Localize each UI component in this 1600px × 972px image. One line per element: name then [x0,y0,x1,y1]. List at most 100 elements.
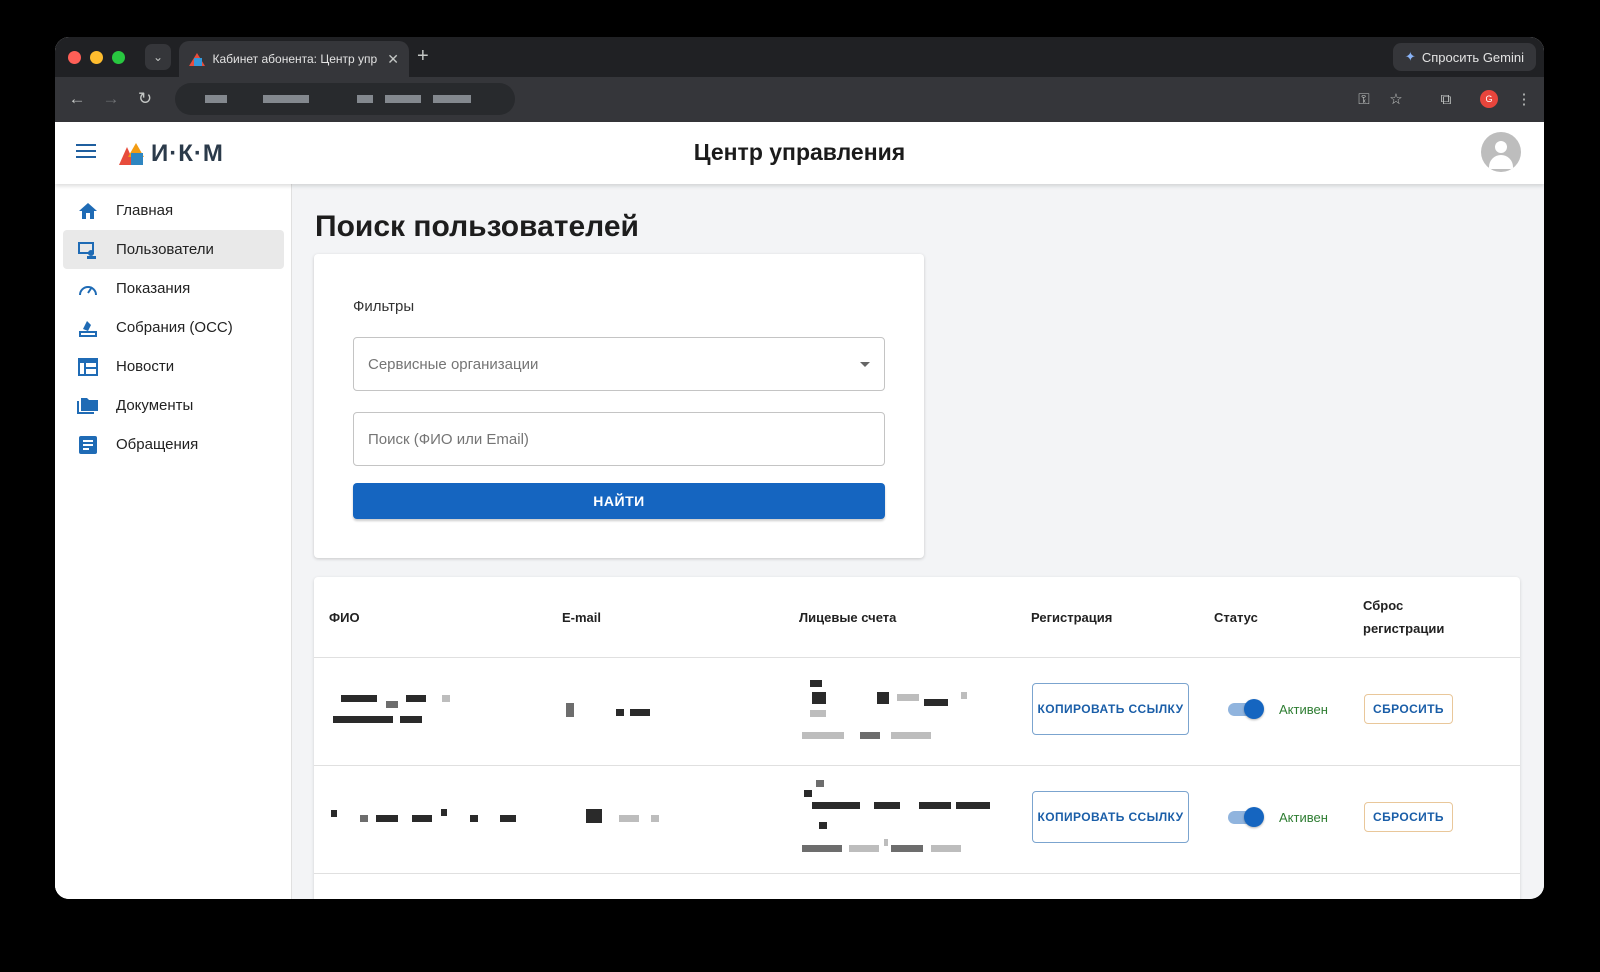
redacted-name [400,716,422,723]
app-root: И·К·М Центр управления Главная Пользоват… [55,122,1544,899]
redacted-url [357,95,373,103]
redacted-name [333,716,393,723]
redacted-account [860,732,880,739]
user-avatar[interactable] [1481,132,1521,172]
redacted-account [812,692,826,704]
main-content: Поиск пользователей Фильтры Сервисные ор… [292,184,1544,899]
redacted-account [884,839,888,846]
redacted-account [819,822,827,829]
profile-avatar[interactable]: G [1480,90,1498,108]
redacted-email [651,815,659,822]
browser-tab[interactable]: Кабинет абонента: Центр управления ✕ [179,41,409,77]
ask-gemini-label: Спросить Gemini [1421,49,1524,65]
redacted-name [386,701,398,708]
sidebar-item-label: Главная [116,202,174,219]
new-tab-button[interactable]: + [417,45,429,68]
sidebar-item-meetings[interactable]: Собрания (ОСС) [63,308,284,347]
column-header-reset: Сброс регистрации [1363,598,1445,636]
back-arrow-icon[interactable]: ← [65,87,89,111]
vote-icon [77,317,99,339]
favicon-icon [189,51,205,67]
ask-gemini-button[interactable]: ✦ Спросить Gemini [1392,43,1536,71]
browser-window: ⌄ Кабинет абонента: Центр управления ✕ +… [55,37,1544,899]
document-icon [77,434,99,456]
redacted-account [961,692,967,699]
bookmark-star-icon[interactable]: ☆ [1384,87,1408,111]
status-text: Активен [1279,810,1328,825]
tab-strip: ⌄ Кабинет абонента: Центр управления ✕ +… [55,37,1544,77]
sidebar-item-label: Документы [116,397,194,414]
service-org-select[interactable]: Сервисные организации [353,337,885,391]
sidebar-item-label: Новости [116,358,175,375]
row-divider [314,765,1520,766]
copy-link-button[interactable]: КОПИРОВАТЬ ССЫЛКУ [1032,683,1189,735]
sidebar-item-documents[interactable]: Документы [63,386,284,425]
redacted-name [470,815,478,822]
sidebar-item-requests[interactable]: Обращения [63,425,284,464]
sidebar-item-home[interactable]: Главная [63,191,284,230]
status-toggle[interactable] [1226,698,1264,720]
speedometer-icon [77,278,99,300]
redacted-account [810,680,822,687]
gemini-icon: ✦ [1404,49,1416,64]
redacted-name [341,695,377,702]
reset-registration-button[interactable]: СБРОСИТЬ [1364,802,1453,832]
redacted-email [630,709,650,716]
column-header-name: ФИО [329,609,360,625]
reload-icon[interactable]: ↻ [133,87,157,111]
redacted-email [566,703,574,717]
sidebar-item-label: Пользователи [116,241,214,258]
column-header-status: Статус [1214,609,1258,625]
header-divider [314,657,1520,658]
status-toggle[interactable] [1226,806,1264,828]
find-button[interactable]: НАЙТИ [353,483,885,519]
close-window-button[interactable] [68,51,81,64]
column-header-accounts: Лицевые счета [799,609,897,625]
column-header-registration: Регистрация [1031,609,1113,625]
redacted-url [263,95,309,103]
redacted-account [956,802,990,809]
page-title: Поиск пользователей [315,210,639,243]
redacted-account [919,802,951,809]
sidebar-item-label: Показания [116,280,191,297]
maximize-window-button[interactable] [112,51,125,64]
filter-card: Фильтры Сервисные организации НАЙТИ [314,254,924,558]
sidebar: Главная Пользователи Показания Собрания … [55,184,292,899]
redacted-name [406,695,426,702]
app-title: Центр управления [693,139,906,165]
address-bar[interactable] [175,83,515,115]
sidebar-item-label: Собрания (ОСС) [116,319,233,336]
redacted-url [433,95,471,103]
sidebar-item-news[interactable]: Новости [63,347,284,386]
close-icon[interactable]: ✕ [387,51,399,68]
sidebar-item-users[interactable]: Пользователи [63,230,284,269]
forward-arrow-icon[interactable]: → [99,87,123,111]
redacted-account [924,699,948,706]
more-menu-icon[interactable]: ⋮ [1512,87,1536,111]
redacted-email [616,709,624,716]
redacted-name [412,815,432,822]
minimize-window-button[interactable] [90,51,103,64]
dropdown-arrow-icon [860,361,870,367]
users-icon [77,239,99,261]
redacted-account [816,780,824,787]
redacted-account [877,692,889,704]
copy-link-button[interactable]: КОПИРОВАТЬ ССЫЛКУ [1032,791,1189,843]
tab-search-button[interactable]: ⌄ [145,44,171,70]
redacted-account [804,790,812,797]
sidebar-item-readings[interactable]: Показания [63,269,284,308]
row-divider [314,873,1520,874]
redacted-name [441,809,447,816]
redacted-account [802,732,844,739]
chevron-down-icon: ⌄ [152,50,164,64]
reset-registration-button[interactable]: СБРОСИТЬ [1364,694,1453,724]
redacted-email [619,815,639,822]
redacted-name [376,815,398,822]
redacted-account [849,845,879,852]
key-icon[interactable]: ⚿ [1352,87,1376,111]
folder-icon [77,395,99,417]
extensions-icon[interactable]: ⧉ [1434,87,1458,111]
redacted-account [802,845,842,852]
search-input[interactable] [353,412,885,466]
redacted-account [897,694,919,701]
